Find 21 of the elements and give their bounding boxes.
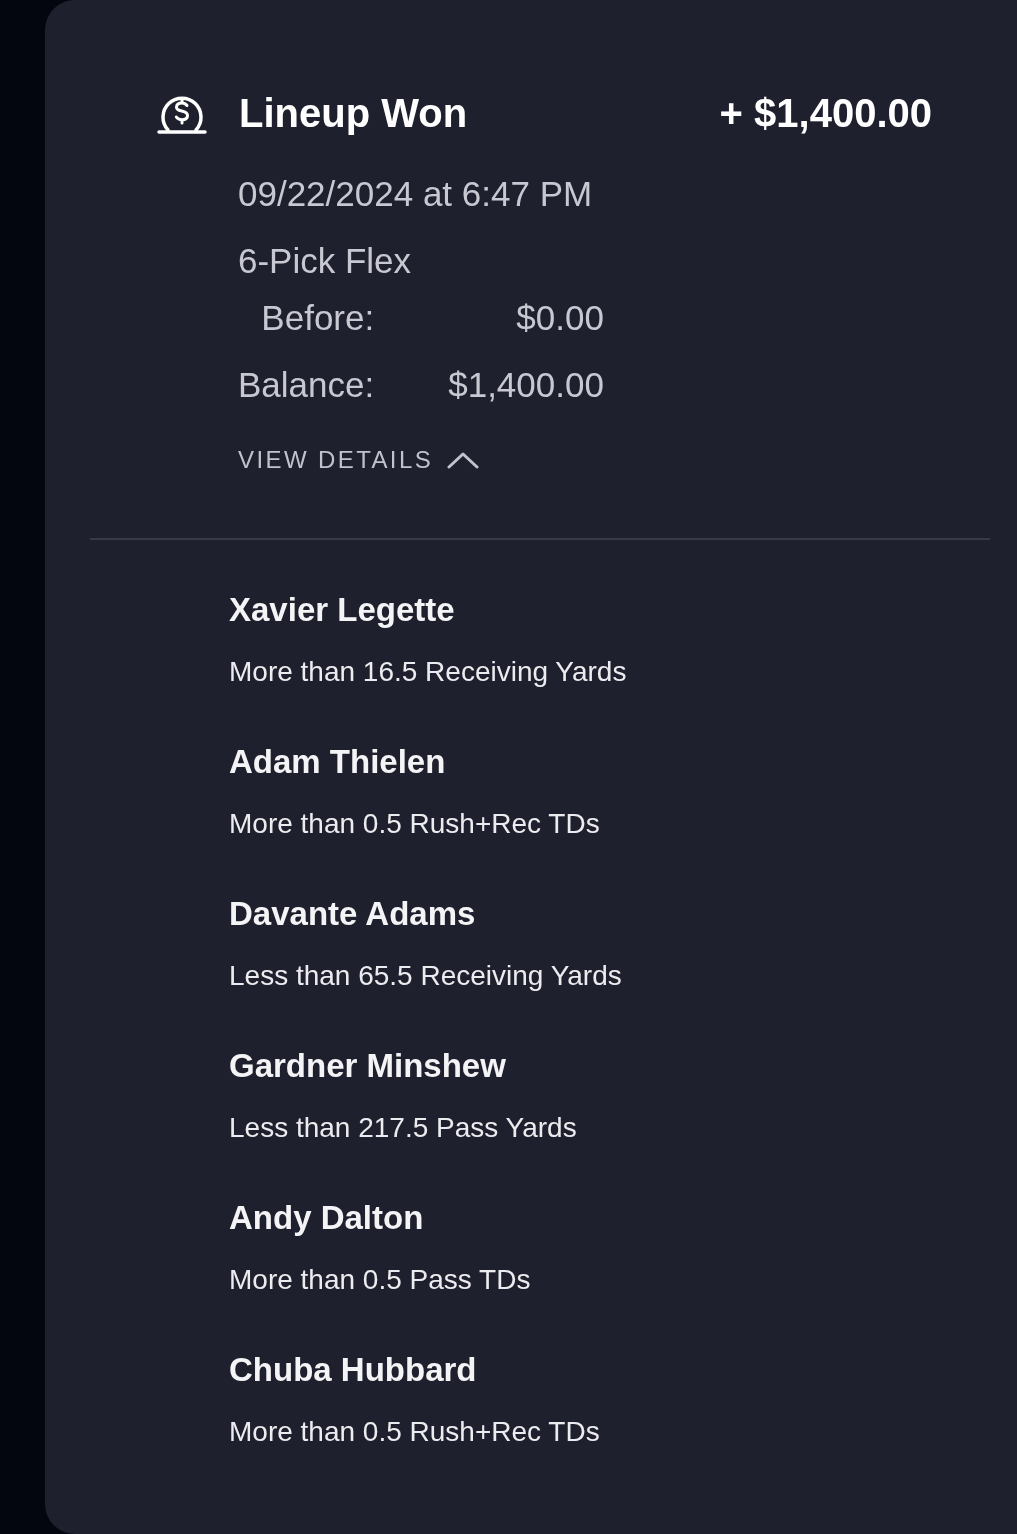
transaction-date: 09/22/2024 at 6:47 PM: [238, 173, 593, 215]
player-name: Gardner Minshew: [229, 1046, 506, 1086]
lineup-type: 6-Pick Flex: [238, 240, 412, 282]
balance-value: $1,400.00: [447, 364, 604, 406]
transaction-amount: + $1,400.00: [719, 90, 932, 137]
pick-line: More than 0.5 Rush+Rec TDs: [229, 1415, 600, 1449]
balance-label: Balance:: [238, 364, 375, 406]
player-name: Adam Thielen: [229, 742, 446, 782]
view-details-button[interactable]: VIEW DETAILS: [238, 444, 480, 476]
player-name: Chuba Hubbard: [229, 1350, 477, 1390]
balance-value: $0.00: [515, 297, 604, 339]
pick-line: More than 16.5 Receiving Yards: [229, 655, 627, 689]
pick-line: Less than 217.5 Pass Yards: [229, 1111, 577, 1145]
pick-line: More than 0.5 Pass TDs: [229, 1263, 531, 1297]
player-name: Andy Dalton: [229, 1198, 424, 1238]
pick-line: More than 0.5 Rush+Rec TDs: [229, 807, 600, 841]
player-name: Davante Adams: [229, 894, 476, 934]
player-name: Xavier Legette: [229, 590, 455, 630]
transaction-title: Lineup Won: [239, 90, 468, 137]
pick-line: Less than 65.5 Receiving Yards: [229, 959, 622, 993]
balance-label: Before:: [260, 297, 375, 339]
